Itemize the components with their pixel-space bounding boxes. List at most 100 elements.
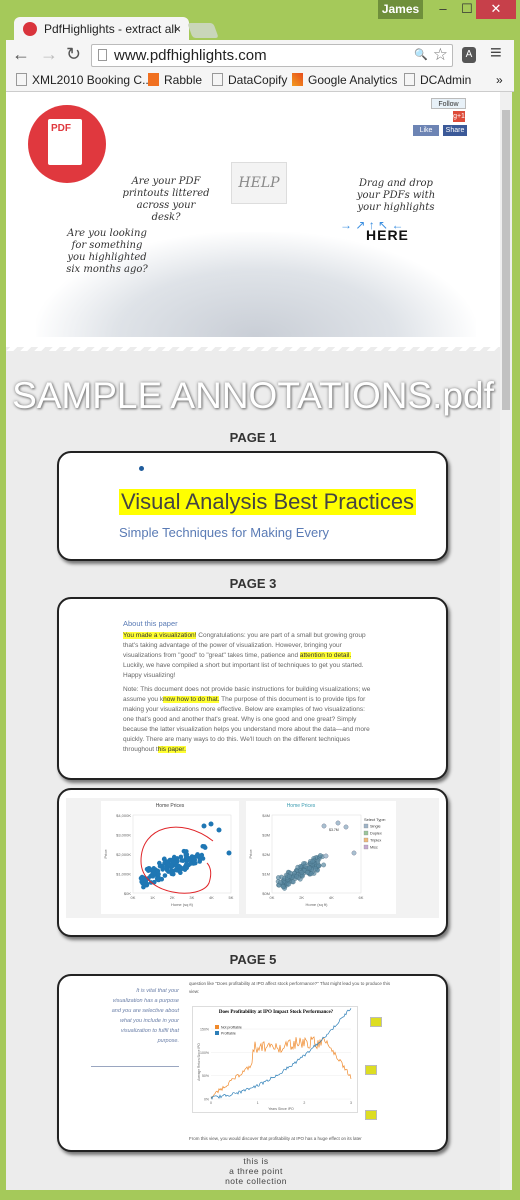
extension-icon[interactable]: A [462, 47, 476, 63]
caption-line: this is [243, 1156, 269, 1166]
scatter-point [201, 823, 207, 829]
scatter-point [276, 875, 281, 880]
browser-tab[interactable]: PdfHighlights - extract all × [14, 17, 189, 41]
zigzag-divider [6, 337, 500, 351]
scatter-point [351, 850, 357, 856]
profile-button[interactable]: James [378, 0, 423, 19]
highlight-card[interactable]: It is vital that your visualization has … [57, 974, 448, 1152]
text-span: The purpose of this document is to provi… [123, 696, 370, 753]
pdf-logo-icon[interactable]: PDF [28, 105, 106, 183]
bookmarks-more[interactable]: » [496, 73, 503, 87]
twitter-follow-button[interactable]: Follow [431, 98, 466, 109]
zoom-icon[interactable]: 🔍 [414, 45, 428, 66]
menu-icon[interactable]: ≡ [490, 42, 502, 65]
highlight-card[interactable]: Home Prices $4,000K $3,000K $2,000K $1,000K… [57, 788, 448, 937]
back-icon[interactable]: ← [12, 44, 30, 65]
subheading: Simple Techniques for Making Every [119, 525, 330, 540]
bookmark-label: Rabble [164, 73, 203, 87]
y-axis-label: Price [248, 849, 253, 859]
highlighted-heading: Visual Analysis Best Practices [119, 489, 417, 515]
bookmark-item[interactable]: Rabble [148, 73, 202, 87]
forward-icon[interactable]: → [40, 44, 58, 65]
scatter-plot: $4M$3M$2M$1M$0M0K 2K 4K 6KHome (sq ft)Price… [248, 813, 386, 907]
legend-title: Select Type: [364, 817, 386, 822]
new-tab-button[interactable] [187, 23, 219, 38]
text-span: Luckily, we have compiled a short but im… [123, 662, 364, 679]
sidebar-quote: It is vital that your visualization has … [111, 988, 179, 1044]
minimize-button[interactable]: – [428, 0, 458, 19]
bookmark-item[interactable]: DCAdmin [404, 73, 471, 87]
legend-label: Triplex [370, 839, 381, 843]
x-axis-label: Home (sq ft) [171, 902, 194, 907]
x-axis-label: Home (sq ft) [305, 902, 328, 907]
bookmark-star-icon[interactable]: ☆ [433, 44, 448, 65]
series-line-not-profitable [210, 1036, 352, 1099]
section-heading: About this paper [123, 619, 178, 628]
bookmark-label: DCAdmin [420, 73, 472, 87]
close-button[interactable]: ✕ [476, 0, 516, 19]
scatter-point [343, 824, 349, 830]
y-tick-label: $2,000K [116, 852, 131, 857]
rabble-e-icon [148, 73, 159, 86]
scatter-point [188, 861, 194, 866]
x-tick-label: 5K [229, 895, 234, 900]
highlight-card[interactable]: Visual Analysis Best Practices Simple Te… [57, 451, 448, 561]
bookmark-item[interactable]: DataCopify [212, 73, 287, 87]
scrollbar-thumb[interactable] [502, 110, 510, 410]
address-bar[interactable]: www.pdfhighlights.com 🔍 ☆ [91, 44, 453, 67]
scatter-point [176, 863, 181, 869]
y-tick-label: $3M [262, 833, 270, 838]
scatter-point [299, 869, 305, 875]
paragraph-1: You made a visualization! Congratulation… [123, 631, 373, 681]
legend-swatch [363, 823, 369, 829]
scatter-point [162, 873, 168, 878]
highlight-span[interactable]: You made a visualization! [123, 632, 197, 639]
highlight-card[interactable]: About this paper You made a visualizatio… [57, 597, 448, 780]
gplus-button[interactable]: g+1 [453, 111, 465, 122]
hero-drop-text: Drag and drop your PDFs with your highli… [356, 178, 436, 213]
page-icon [404, 73, 415, 86]
help-sign: HELP [231, 162, 287, 204]
point-annotation: $3.7M [329, 828, 339, 832]
bookmark-item[interactable]: XML2010 Booking C... [16, 73, 152, 87]
y-tick-label: 150% [200, 1028, 209, 1032]
url-text: www.pdfhighlights.com [114, 47, 267, 64]
facebook-like-button[interactable]: Like [413, 125, 439, 136]
scatter-point [202, 845, 208, 850]
facebook-share-button[interactable]: Share [443, 125, 467, 136]
scatter-point [323, 853, 329, 859]
x-tick-label: 1K [150, 895, 155, 900]
highlight-span[interactable]: his paper. [157, 746, 186, 753]
window-frame-bottom [0, 1190, 520, 1200]
analytics-icon [292, 73, 303, 86]
x-tick-label: 6K [359, 895, 364, 900]
page-icon [98, 49, 107, 61]
page-content: PDF Are your PDF printouts littered acro… [6, 92, 512, 1190]
note-icon[interactable] [365, 1065, 377, 1075]
scatter-point [183, 852, 189, 858]
series-line-profitable [210, 1008, 352, 1100]
scatter-point [144, 866, 150, 872]
bookmark-item[interactable]: Google Analytics [292, 73, 397, 87]
highlight-span[interactable]: attention to detail. [299, 652, 352, 659]
legend-label: Misc [370, 846, 378, 850]
page-label: PAGE 3 [229, 576, 277, 591]
scatter-point [216, 827, 222, 833]
note-icon[interactable] [365, 1110, 377, 1120]
highlight-span[interactable]: now how to do that. [163, 696, 220, 703]
bullet-dot [139, 466, 144, 471]
paragraph-2: Note: This document does not provide bas… [123, 685, 373, 755]
legend-swatch [363, 837, 369, 843]
scatter-point [184, 865, 190, 871]
scatter-point [180, 858, 186, 863]
note-icon[interactable] [370, 1017, 382, 1027]
y-tick-label: $3,000K [116, 833, 131, 838]
reload-icon[interactable]: ↻ [66, 44, 81, 65]
tab-close-icon[interactable]: × [174, 17, 181, 41]
intro-text: question like "Does profitability at IPO… [189, 981, 391, 994]
x-tick-label: 3 [350, 1101, 352, 1105]
y-tick-label: $4,000K [116, 813, 131, 818]
y-tick-label: $2M [262, 852, 270, 857]
maximize-button[interactable]: ☐ [458, 0, 476, 19]
scatter-point [295, 864, 301, 870]
